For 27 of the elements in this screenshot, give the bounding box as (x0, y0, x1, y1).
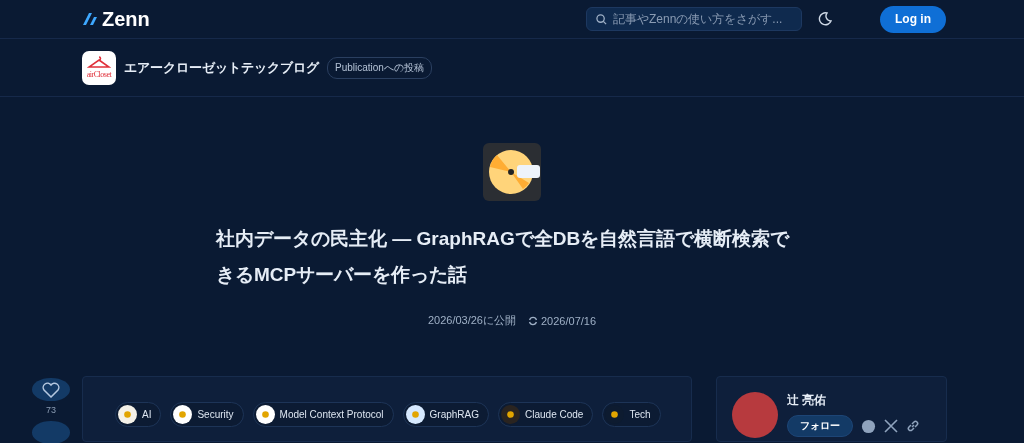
topic-tag[interactable]: Model Context Protocol (252, 402, 394, 427)
follow-button[interactable]: フォロー (787, 415, 853, 437)
avatar[interactable] (732, 392, 778, 438)
login-button[interactable]: Log in (880, 5, 946, 33)
publication-name[interactable]: エアークローゼットテックブログ (124, 58, 319, 77)
search-icon (596, 13, 607, 25)
topic-tag[interactable]: AI (115, 402, 162, 427)
topic-tag[interactable]: Claude Code (498, 402, 594, 427)
published-date: 2026/03/26に公開 (427, 313, 516, 328)
moon-icon[interactable] (818, 12, 832, 26)
link-icon[interactable] (906, 419, 920, 433)
topic-tag[interactable]: Security (170, 402, 244, 427)
author-name[interactable]: 辻 亮佑 (787, 392, 920, 409)
search-field[interactable]: 記事やZennの使い方をさがす... (586, 7, 802, 31)
topic-tag[interactable]: GraphRAG (402, 402, 489, 427)
like-button[interactable] (32, 378, 70, 402)
publication-logo[interactable]: airCloset (82, 50, 116, 85)
like-count: 73 (46, 405, 56, 416)
publication-badge: Publicationへの投稿 (327, 56, 432, 79)
updated-date: 2026/07/16 (541, 314, 597, 327)
logo-text[interactable]: Zenn (102, 7, 150, 31)
logo-icon (82, 12, 98, 26)
topic-tag[interactable]: Tech (602, 402, 661, 427)
heart-icon (42, 381, 60, 398)
x-icon[interactable] (884, 419, 898, 433)
article-title: 社内データの民主化 — GraphRAGで全DBを自然言語で横断検索できるMCPサーバーを作った話 (216, 227, 791, 287)
refresh-icon (528, 315, 538, 326)
